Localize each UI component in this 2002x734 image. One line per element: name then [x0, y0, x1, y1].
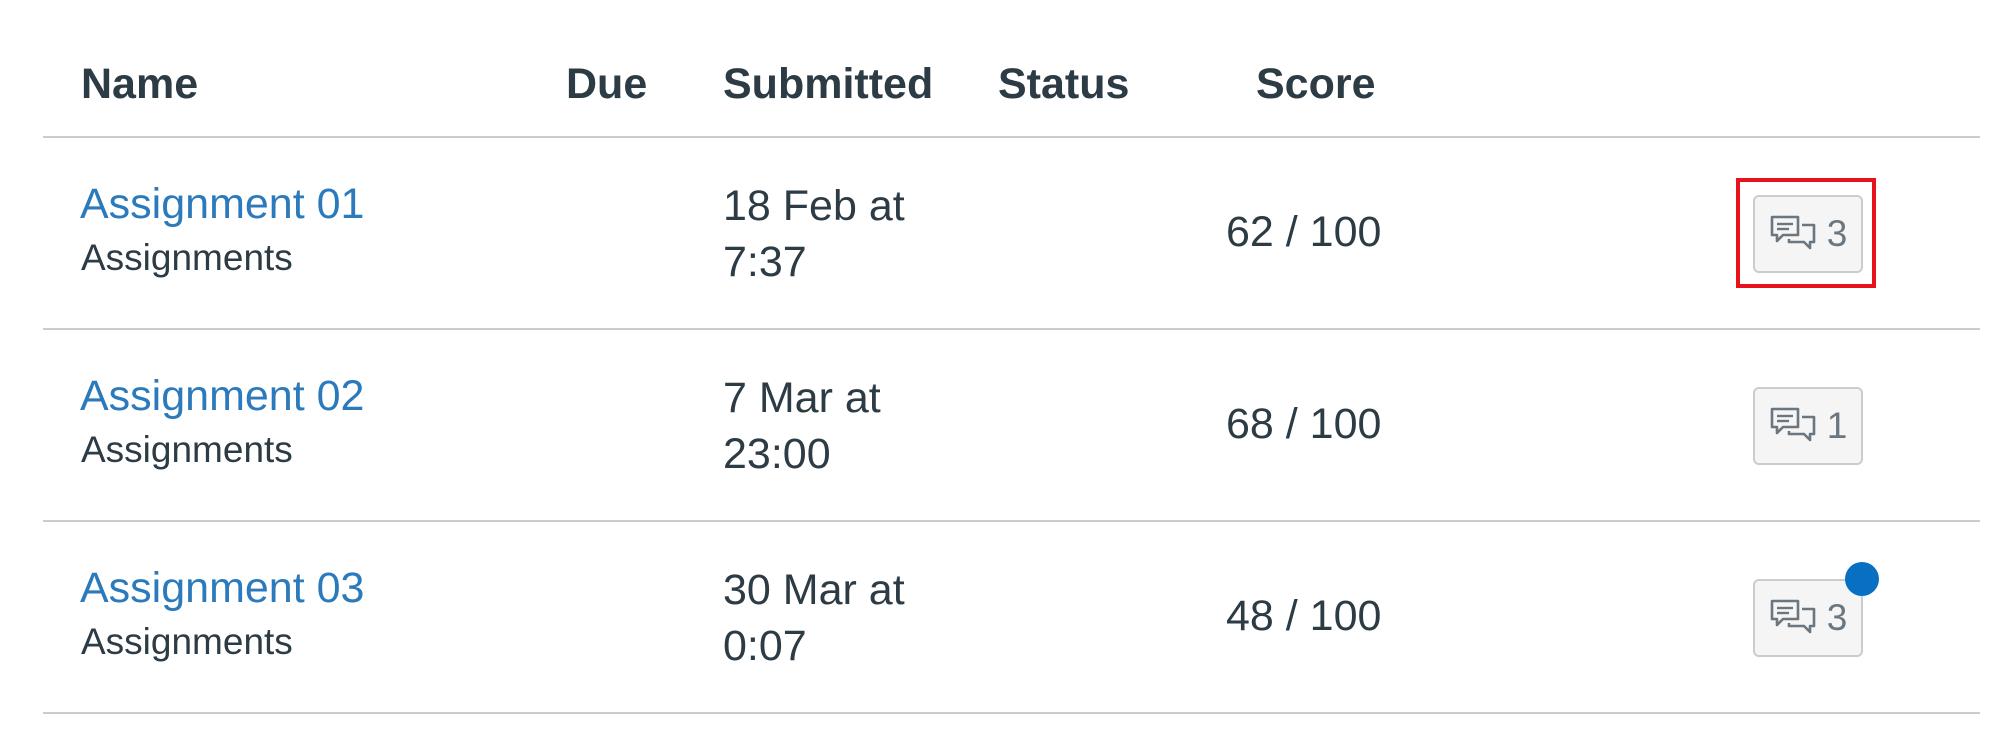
submitted-date: 7 Mar at 23:00 [723, 370, 943, 482]
submitted-time-line: 0:07 [723, 622, 807, 670]
assignment-link[interactable]: Assignment 02 [80, 370, 364, 422]
comments-button[interactable]: 3 [1753, 579, 1863, 657]
grades-page: Name Due Submitted Status Score Assignme… [0, 0, 2002, 734]
submitted-date-line: 30 Mar at [723, 566, 905, 614]
submitted-time-line: 7:37 [723, 238, 807, 286]
comment-bubbles-icon [1769, 597, 1817, 639]
comment-count: 3 [1826, 213, 1848, 254]
table-row: Assignment 03 Assignments 30 Mar at 0:07… [43, 522, 1980, 714]
column-header-name[interactable]: Name [81, 58, 198, 110]
comments-button[interactable]: 1 [1753, 387, 1863, 465]
comment-count: 3 [1826, 597, 1848, 638]
assignment-group-label: Assignments [81, 237, 293, 278]
score-value: 48 / 100 [1226, 592, 1382, 640]
submitted-date: 18 Feb at 7:37 [723, 178, 943, 290]
submitted-date: 30 Mar at 0:07 [723, 562, 943, 674]
assignment-link[interactable]: Assignment 01 [80, 178, 364, 230]
column-header-submitted[interactable]: Submitted [723, 58, 933, 110]
score-value: 62 / 100 [1226, 208, 1382, 256]
grades-table: Name Due Submitted Status Score Assignme… [43, 0, 1980, 714]
comment-bubbles-icon [1769, 213, 1817, 255]
assignment-group-label: Assignments [81, 429, 293, 470]
assignment-link[interactable]: Assignment 03 [80, 562, 364, 614]
column-header-status[interactable]: Status [998, 58, 1129, 110]
unread-indicator [1845, 562, 1879, 596]
table-row: Assignment 01 Assignments 18 Feb at 7:37… [43, 138, 1980, 330]
comments-button[interactable]: 3 [1753, 195, 1863, 273]
table-header: Name Due Submitted Status Score [43, 0, 1980, 138]
column-header-due[interactable]: Due [566, 58, 647, 110]
submitted-date-line: 18 Feb at [723, 182, 905, 230]
score-value: 68 / 100 [1226, 400, 1382, 448]
comment-count: 1 [1826, 405, 1848, 446]
table-row: Assignment 02 Assignments 7 Mar at 23:00… [43, 330, 1980, 522]
submitted-date-line: 7 Mar at [723, 374, 881, 422]
column-header-score[interactable]: Score [1256, 58, 1376, 110]
assignment-group-label: Assignments [81, 621, 293, 662]
comment-bubbles-icon [1769, 405, 1817, 447]
submitted-time-line: 23:00 [723, 430, 831, 478]
